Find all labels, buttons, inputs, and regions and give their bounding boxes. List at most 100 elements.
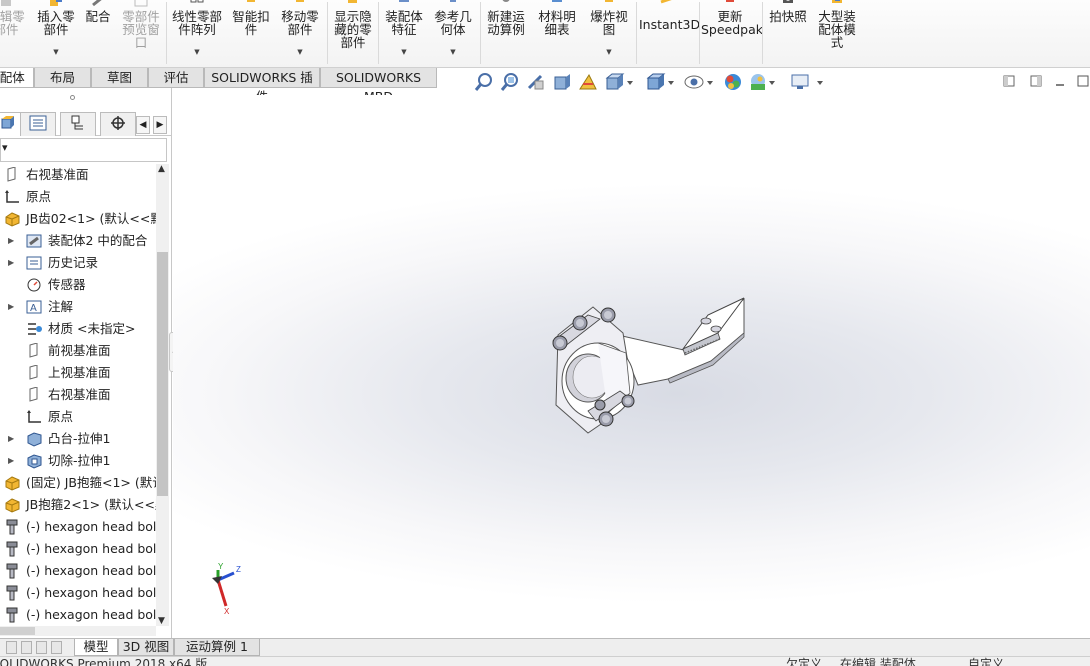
next-tab-nav[interactable] xyxy=(36,641,47,654)
tab-solidworks-mbd[interactable]: SOLIDWORKS MBD xyxy=(320,68,437,104)
tree-item[interactable]: (-) hexagon head bolt xyxy=(0,516,156,538)
tab-motion-study[interactable]: 运动算例 1 xyxy=(174,639,260,656)
chevron-down-icon[interactable]: ▼ xyxy=(430,46,476,59)
expand-arrow-icon[interactable]: ▶ xyxy=(8,230,18,252)
tab-evaluate[interactable]: 评估 xyxy=(148,68,204,88)
tree-item[interactable]: ▶ 历史记录 xyxy=(0,252,156,274)
tree-item[interactable]: 上视基准面 xyxy=(0,362,156,384)
edit-component-button[interactable]: 编辑零 部件 xyxy=(0,0,26,66)
tree-item[interactable]: ▶ A 注解 xyxy=(0,296,156,318)
instant3d-button[interactable]: Instant3D xyxy=(639,0,700,66)
tab-solidworks-addins[interactable]: SOLIDWORKS 插件 xyxy=(204,68,320,104)
tree-item[interactable]: ▶ 装配体2 中的配合 xyxy=(0,230,156,252)
tree-item[interactable]: 原点 xyxy=(0,186,156,208)
unit-system[interactable]: 自定义 xyxy=(968,658,1004,666)
tree-item[interactable]: (-) hexagon head bolt xyxy=(0,604,156,626)
expand-arrow-icon[interactable]: ▶ xyxy=(8,428,18,450)
mate-button[interactable]: 配合 xyxy=(82,0,114,66)
tree-item[interactable]: ▶ 凸台-拉伸1 xyxy=(0,428,156,450)
horizontal-scroll-thumb[interactable] xyxy=(0,627,35,635)
chevron-down-icon[interactable]: ▼ xyxy=(381,46,427,59)
configurationmanager-tab[interactable] xyxy=(60,112,96,136)
chevron-down-icon[interactable]: ▼ xyxy=(168,46,226,59)
linear-pattern-button[interactable]: 线性零部 件阵列 ▼ xyxy=(168,0,226,66)
tab-scroll-left[interactable]: ◀ xyxy=(136,116,150,134)
exploded-view-button[interactable]: 爆炸视 图 ▼ xyxy=(586,0,632,66)
bolt-head[interactable] xyxy=(552,335,568,351)
tree-item[interactable]: (-) hexagon head bolt xyxy=(0,560,156,582)
large-assembly-mode-button[interactable]: 大型装 配体模 式 xyxy=(814,0,860,66)
smart-fasteners-button[interactable]: 智能扣 件 xyxy=(229,0,273,66)
expand-arrow-icon[interactable]: ▶ xyxy=(8,252,18,274)
bolt-head[interactable] xyxy=(594,399,606,411)
display-style-icon[interactable] xyxy=(645,72,675,94)
reference-geometry-button[interactable]: 参考几 何体 ▼ xyxy=(430,0,476,66)
first-tab-nav[interactable] xyxy=(6,641,17,654)
tree-item[interactable]: ▶ 切除-拉伸1 xyxy=(0,450,156,472)
prev-tab-nav[interactable] xyxy=(21,641,32,654)
bolt-head[interactable] xyxy=(572,315,588,331)
graphics-area[interactable]: Y Z X xyxy=(173,95,1090,638)
chevron-down-icon[interactable]: ▼ xyxy=(586,46,632,59)
tree-item[interactable]: 材质 <未指定> xyxy=(0,318,156,340)
tab-model[interactable]: 模型 xyxy=(74,639,118,656)
take-snapshot-button[interactable]: 拍快照 xyxy=(765,0,811,66)
zoom-to-fit-icon[interactable] xyxy=(474,72,494,94)
tree-item[interactable]: JB抱箍2<1> (默认<<默 xyxy=(0,494,156,516)
bolt-head[interactable] xyxy=(621,394,635,408)
restore-panel-icon[interactable] xyxy=(1003,75,1015,87)
tree-item[interactable]: (-) hexagon head bolt xyxy=(0,538,156,560)
expand-arrow-icon[interactable]: ▶ xyxy=(8,450,18,472)
tab-3d-views[interactable]: 3D 视图 xyxy=(118,639,174,656)
dimxpertmanager-tab[interactable] xyxy=(100,112,136,136)
tree-item[interactable]: 原点 xyxy=(0,406,156,428)
linear-pattern-icon xyxy=(189,0,205,8)
feature-tree-horizontal-scrollbar[interactable] xyxy=(0,626,156,636)
tab-assembly[interactable]: 装配体 xyxy=(0,68,34,88)
expand-arrow-icon[interactable]: ▶ xyxy=(8,296,18,318)
apply-scene-icon[interactable] xyxy=(748,72,778,94)
edit-appearance-icon[interactable] xyxy=(723,72,745,94)
tab-scroll-right[interactable]: ▶ xyxy=(153,116,167,134)
tree-item[interactable]: 右视基准面 xyxy=(0,384,156,406)
zoom-to-area-icon[interactable] xyxy=(500,72,520,94)
chevron-down-icon[interactable]: ▼ xyxy=(277,46,323,59)
maximize-icon[interactable] xyxy=(1077,75,1089,87)
tab-layout[interactable]: 布局 xyxy=(34,68,91,88)
component-preview-button[interactable]: 零部件 预览窗 口 xyxy=(118,0,164,66)
previous-view-icon[interactable] xyxy=(526,72,546,94)
minimize-icon[interactable] xyxy=(1054,75,1066,87)
tree-item[interactable]: 传感器 xyxy=(0,274,156,296)
tree-item[interactable]: (-) hexagon head bolt xyxy=(0,582,156,604)
tile-panel-icon[interactable] xyxy=(1030,75,1042,87)
show-hidden-components-button[interactable]: 显示隐 藏的零 部件 xyxy=(330,0,376,66)
section-view-icon[interactable] xyxy=(552,72,572,94)
insert-component-button[interactable]: 插入零 部件 ▼ xyxy=(33,0,79,66)
panel-grip-handle[interactable] xyxy=(70,95,75,100)
scroll-down-icon[interactable]: ▼ xyxy=(158,616,165,626)
tree-item[interactable]: JB齿02<1> (默认<<默 xyxy=(0,208,156,230)
new-motion-study-button[interactable]: 新建运 动算例 xyxy=(483,0,529,66)
tab-sketch[interactable]: 草图 xyxy=(91,68,148,88)
scroll-up-icon[interactable]: ▲ xyxy=(158,164,165,174)
scroll-thumb[interactable] xyxy=(157,252,168,496)
bolt-head[interactable] xyxy=(600,307,616,323)
last-tab-nav[interactable] xyxy=(51,641,62,654)
view-settings-icon[interactable] xyxy=(790,72,826,94)
tree-item[interactable]: 右视基准面 xyxy=(0,164,156,186)
assembly-features-button[interactable]: 装配体 特征 ▼ xyxy=(381,0,427,66)
dynamic-annotation-icon[interactable] xyxy=(577,72,599,94)
bill-of-materials-button[interactable]: 材料明 细表 xyxy=(534,0,580,66)
tree-item[interactable]: 前视基准面 xyxy=(0,340,156,362)
update-speedpak-button[interactable]: 更新 Speedpak xyxy=(701,0,763,66)
move-component-button[interactable]: 移动零 部件 ▼ xyxy=(277,0,323,66)
feature-tree-filter[interactable]: ▾ xyxy=(0,138,167,162)
propertymanager-tab[interactable] xyxy=(20,112,56,136)
hide-show-items-icon[interactable] xyxy=(684,72,714,94)
feature-tree-scrollbar[interactable]: ▲ ▼ xyxy=(156,164,169,626)
tree-item[interactable]: (固定) JB抱箍<1> (默认 xyxy=(0,472,156,494)
bolt-head[interactable] xyxy=(598,411,614,427)
view-orientation-icon[interactable] xyxy=(604,72,634,94)
clamp-assembly-model[interactable] xyxy=(548,293,748,443)
chevron-down-icon[interactable]: ▼ xyxy=(33,46,79,59)
